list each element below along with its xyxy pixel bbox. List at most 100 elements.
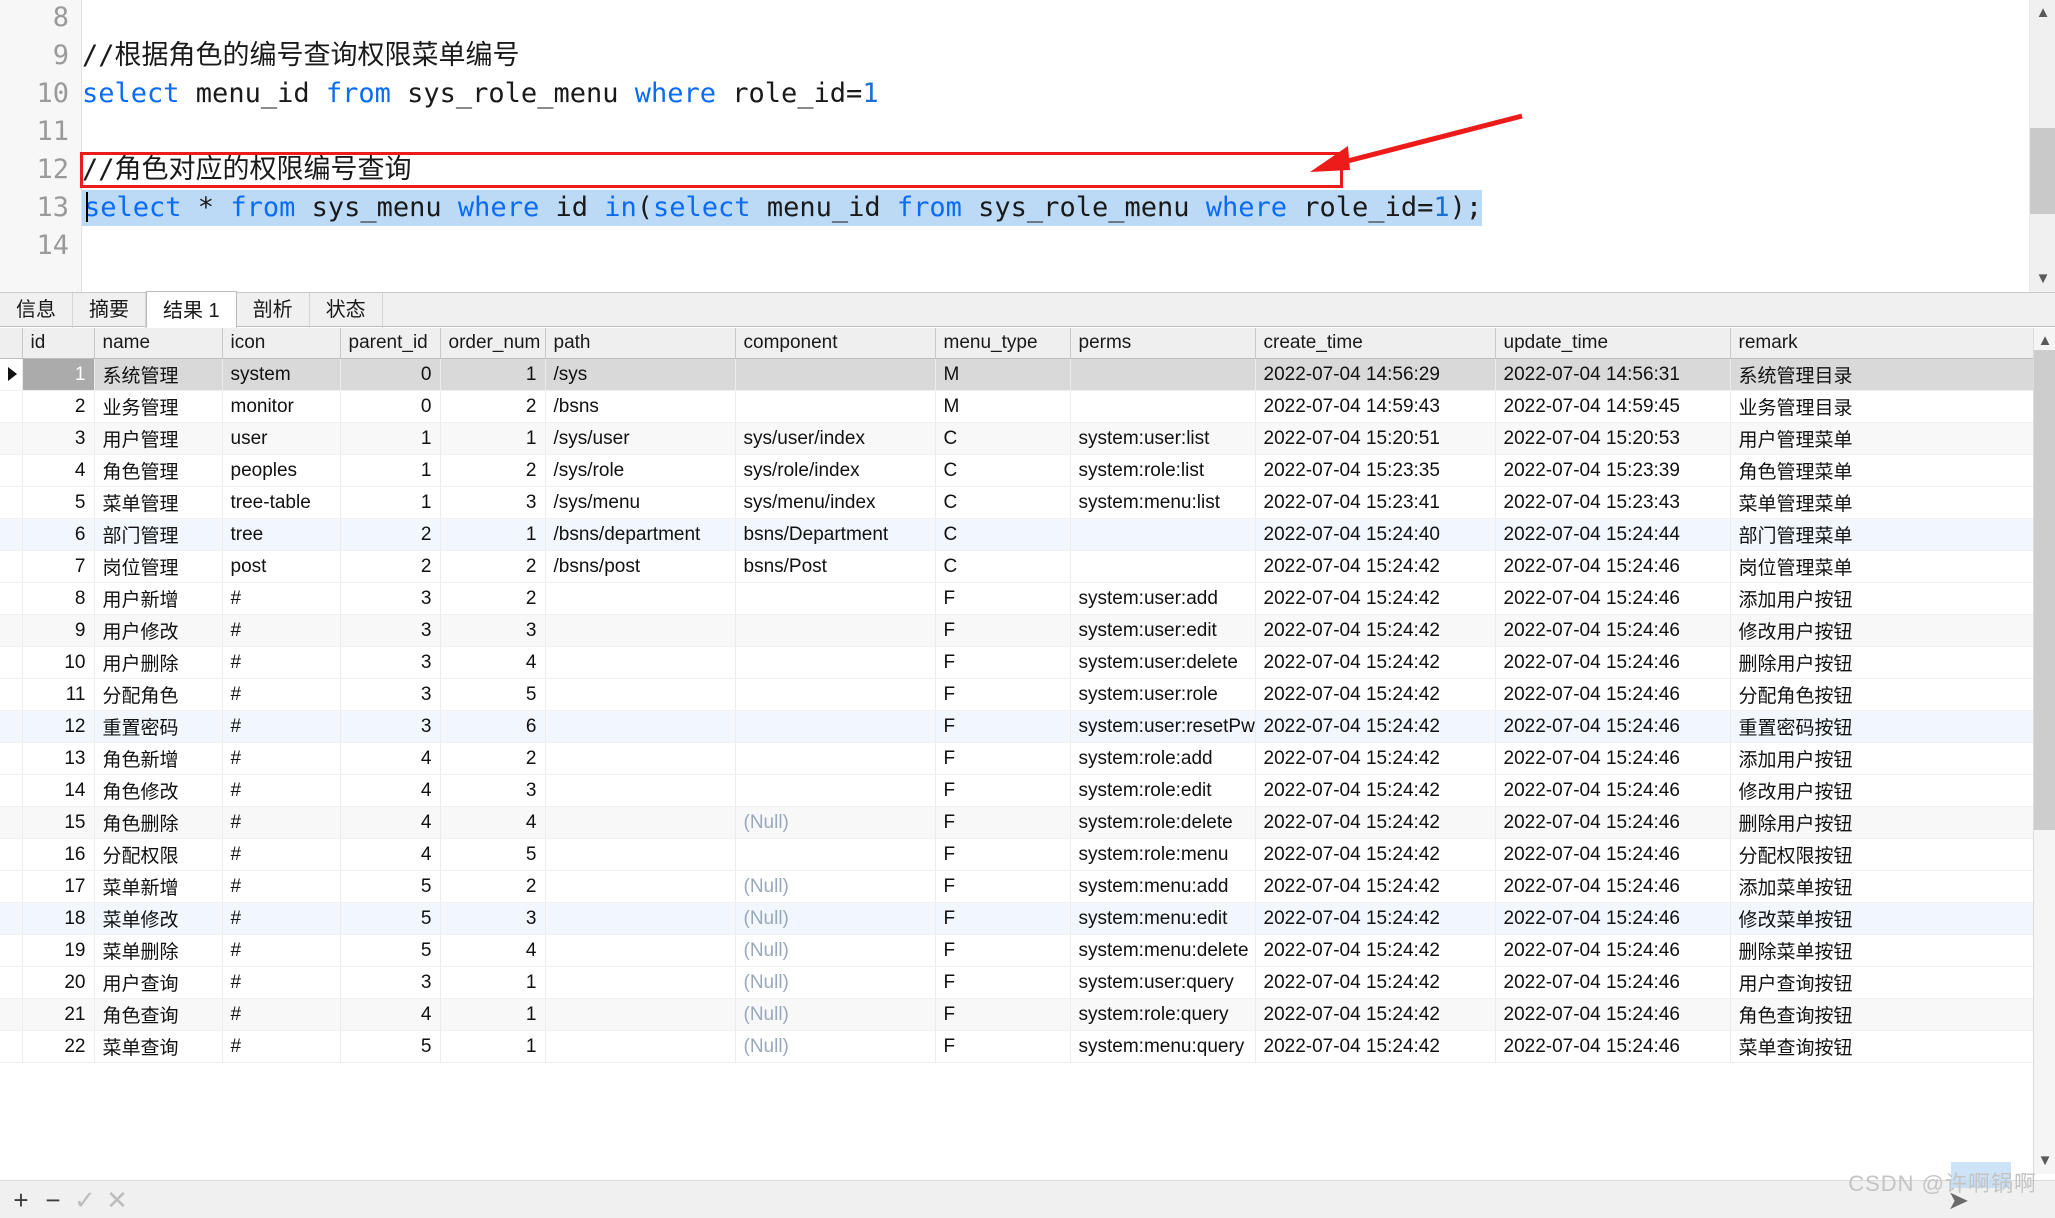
table-row[interactable]: 15 角色删除 #4 4 (Null) Fsystem:role:delete 2022-0…: [0, 806, 2034, 839]
column-header-perms[interactable]: perms: [1070, 328, 1256, 359]
cell-order-num[interactable]: 3: [440, 614, 546, 647]
cell-parent-id[interactable]: 5: [340, 934, 441, 967]
cell-order-num[interactable]: 1: [440, 358, 546, 391]
cell-component[interactable]: [735, 678, 936, 711]
cell-name[interactable]: 岗位管理: [94, 550, 223, 583]
cell-parent-id[interactable]: 4: [340, 838, 441, 871]
cell-parent-id[interactable]: 3: [340, 710, 441, 743]
cell-update-time[interactable]: 2022-07-04 15:24:46: [1495, 550, 1731, 583]
row-marker[interactable]: [0, 966, 23, 999]
cell-update-time[interactable]: 2022-07-04 15:24:46: [1495, 838, 1731, 871]
cell-id[interactable]: 8: [22, 582, 95, 615]
cell-create-time[interactable]: 2022-07-04 15:24:42: [1255, 742, 1496, 775]
cell-perms[interactable]: [1070, 390, 1256, 423]
cell-order-num[interactable]: 5: [440, 678, 546, 711]
row-marker[interactable]: [0, 390, 23, 423]
cell-icon[interactable]: #: [222, 806, 341, 839]
cell-menu-type[interactable]: F: [935, 1030, 1071, 1063]
table-row[interactable]: 7 岗位管理 post 2 2/bsns/post bsns/Post C 2022-07-0…: [0, 550, 2034, 583]
results-grid[interactable]: id name icon parent_id order_num path co…: [0, 328, 2055, 1174]
table-row[interactable]: 8 用户新增 #3 2 Fsystem:user:add 2022-07-04 15:24…: [0, 582, 2034, 615]
cell-update-time[interactable]: 2022-07-04 15:24:46: [1495, 934, 1731, 967]
cell-id[interactable]: 22: [22, 1030, 95, 1063]
cell-id[interactable]: 17: [22, 870, 95, 903]
cell-parent-id[interactable]: 0: [340, 358, 441, 391]
cell-update-time[interactable]: 2022-07-04 15:20:53: [1495, 422, 1731, 455]
cell-component[interactable]: [735, 838, 936, 871]
cell-menu-type[interactable]: F: [935, 742, 1071, 775]
cell-id[interactable]: 4: [22, 454, 95, 487]
cell-parent-id[interactable]: 3: [340, 678, 441, 711]
cell-id[interactable]: 6: [22, 518, 95, 551]
cell-icon[interactable]: #: [222, 934, 341, 967]
cell-icon[interactable]: #: [222, 966, 341, 999]
cell-path[interactable]: /sys/role: [545, 454, 736, 487]
cell-component[interactable]: (Null): [735, 998, 936, 1031]
cell-create-time[interactable]: 2022-07-04 15:24:42: [1255, 646, 1496, 679]
cell-id[interactable]: 9: [22, 614, 95, 647]
cell-menu-type[interactable]: F: [935, 678, 1071, 711]
cell-update-time[interactable]: 2022-07-04 14:59:45: [1495, 390, 1731, 423]
cell-remark[interactable]: 添加菜单按钮: [1730, 870, 2034, 903]
cell-path[interactable]: /sys/user: [545, 422, 736, 455]
cell-path[interactable]: [545, 742, 736, 775]
table-row[interactable]: 3 用户管理 user 1 1/sys/user sys/user/index Csyste…: [0, 422, 2034, 455]
cell-icon[interactable]: #: [222, 1030, 341, 1063]
row-marker[interactable]: [0, 710, 23, 743]
cell-name[interactable]: 菜单新增: [94, 870, 223, 903]
cell-create-time[interactable]: 2022-07-04 15:24:40: [1255, 518, 1496, 551]
cell-path[interactable]: [545, 838, 736, 871]
cell-component[interactable]: [735, 710, 936, 743]
cell-name[interactable]: 菜单查询: [94, 1030, 223, 1063]
cell-path[interactable]: [545, 614, 736, 647]
cell-icon[interactable]: #: [222, 870, 341, 903]
cell-order-num[interactable]: 6: [440, 710, 546, 743]
code-line-13-selected[interactable]: select * from sys_menu where id in(selec…: [82, 190, 1483, 226]
cell-create-time[interactable]: 2022-07-04 15:24:42: [1255, 710, 1496, 743]
cell-perms[interactable]: system:user:role: [1070, 678, 1256, 711]
cell-parent-id[interactable]: 5: [340, 870, 441, 903]
chevron-up-icon[interactable]: ▲: [2030, 0, 2055, 26]
cell-parent-id[interactable]: 1: [340, 422, 441, 455]
cell-path[interactable]: /sys: [545, 358, 736, 391]
cell-perms[interactable]: system:user:query: [1070, 966, 1256, 999]
cell-create-time[interactable]: 2022-07-04 15:24:42: [1255, 774, 1496, 807]
cell-component[interactable]: (Null): [735, 870, 936, 903]
cell-parent-id[interactable]: 4: [340, 806, 441, 839]
cell-name[interactable]: 菜单删除: [94, 934, 223, 967]
cell-remark[interactable]: 修改用户按钮: [1730, 774, 2034, 807]
cell-path[interactable]: [545, 678, 736, 711]
cell-create-time[interactable]: 2022-07-04 14:59:43: [1255, 390, 1496, 423]
cell-menu-type[interactable]: F: [935, 710, 1071, 743]
row-marker[interactable]: [0, 454, 23, 487]
cell-order-num[interactable]: 1: [440, 518, 546, 551]
cell-component[interactable]: sys/role/index: [735, 454, 936, 487]
cell-name[interactable]: 分配角色: [94, 678, 223, 711]
cell-icon[interactable]: tree-table: [222, 486, 341, 519]
cell-parent-id[interactable]: 3: [340, 646, 441, 679]
cell-path[interactable]: [545, 582, 736, 615]
table-row[interactable]: 16 分配权限 #4 5 Fsystem:role:menu 2022-07-04 15:…: [0, 838, 2034, 871]
cell-name[interactable]: 系统管理: [94, 358, 223, 391]
cell-perms[interactable]: system:menu:query: [1070, 1030, 1256, 1063]
cell-order-num[interactable]: 2: [440, 454, 546, 487]
cell-order-num[interactable]: 1: [440, 1030, 546, 1063]
cell-id[interactable]: 5: [22, 486, 95, 519]
cell-path[interactable]: [545, 934, 736, 967]
cell-perms[interactable]: [1070, 518, 1256, 551]
editor-scrollbar-thumb[interactable]: [2030, 128, 2055, 214]
cell-update-time[interactable]: 2022-07-04 15:24:46: [1495, 902, 1731, 935]
cell-perms[interactable]: system:role:add: [1070, 742, 1256, 775]
cell-menu-type[interactable]: C: [935, 486, 1071, 519]
cell-id[interactable]: 19: [22, 934, 95, 967]
cell-remark[interactable]: 删除用户按钮: [1730, 806, 2034, 839]
row-marker[interactable]: [0, 902, 23, 935]
cell-menu-type[interactable]: C: [935, 422, 1071, 455]
row-marker[interactable]: [0, 550, 23, 583]
cell-remark[interactable]: 分配权限按钮: [1730, 838, 2034, 871]
cell-remark[interactable]: 系统管理目录: [1730, 358, 2034, 391]
cell-perms[interactable]: system:role:delete: [1070, 806, 1256, 839]
row-marker[interactable]: [0, 838, 23, 871]
cell-name[interactable]: 重置密码: [94, 710, 223, 743]
row-marker[interactable]: [0, 742, 23, 775]
